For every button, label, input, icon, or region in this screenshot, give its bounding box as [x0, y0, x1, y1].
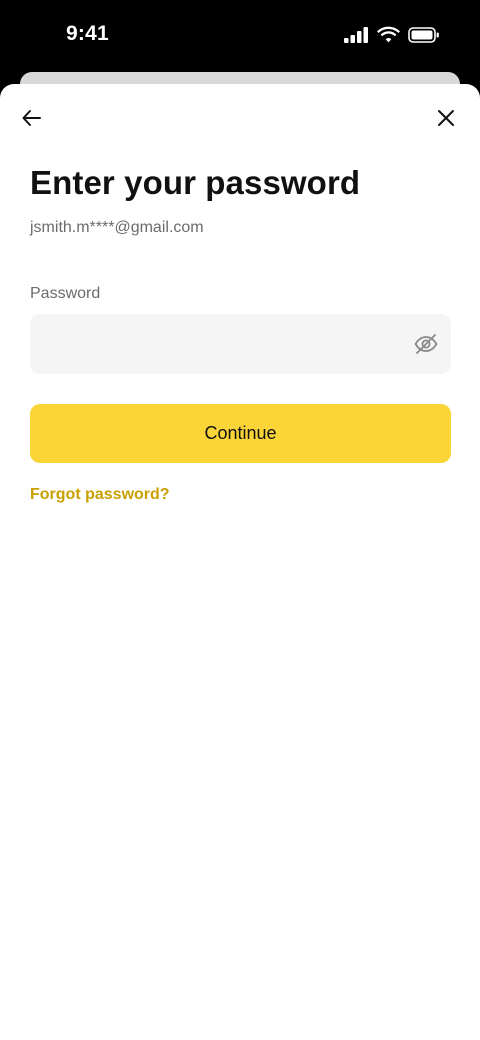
- password-sheet: Enter your password jsmith.m****@gmail.c…: [0, 84, 480, 1040]
- account-email: jsmith.m****@gmail.com: [30, 219, 204, 236]
- wifi-icon: [377, 26, 400, 43]
- close-button[interactable]: [434, 106, 458, 130]
- continue-button[interactable]: Continue: [30, 404, 451, 463]
- password-input[interactable]: [30, 314, 451, 374]
- arrow-left-icon: [22, 110, 41, 126]
- eye-off-icon: [414, 334, 438, 354]
- page-title: Enter your password: [30, 164, 361, 201]
- password-field[interactable]: [30, 314, 451, 374]
- screen: 9:41 Enter your password jsmith.m****@gm…: [0, 0, 480, 1040]
- cellular-signal-icon: [344, 26, 368, 43]
- password-label: Password: [30, 285, 101, 302]
- back-button[interactable]: [20, 106, 44, 130]
- status-time: 9:41: [66, 22, 109, 45]
- forgot-password-link[interactable]: Forgot password?: [30, 486, 170, 504]
- status-icons: [344, 26, 440, 43]
- battery-icon: [408, 26, 439, 43]
- close-icon: [438, 110, 454, 126]
- status-bar: 9:41: [0, 0, 480, 72]
- password-visibility-toggle[interactable]: [413, 331, 439, 357]
